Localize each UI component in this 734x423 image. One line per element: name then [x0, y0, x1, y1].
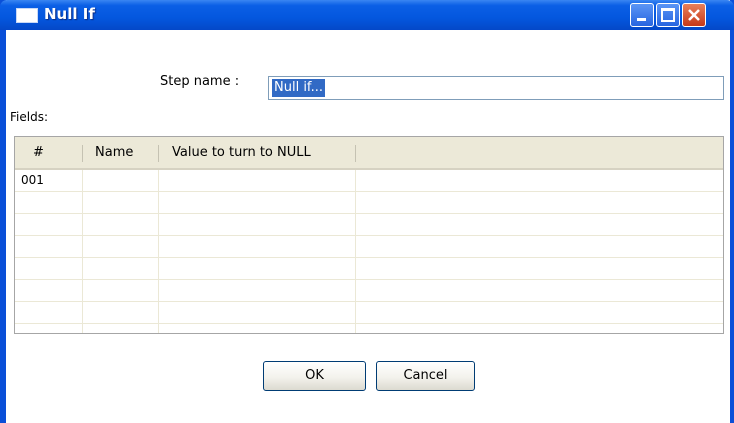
step-name-value: Null if...	[272, 79, 325, 97]
column-header-value[interactable]: Value to turn to NULL	[172, 137, 311, 168]
window-title: Null If	[44, 5, 95, 23]
column-divider[interactable]	[158, 145, 159, 162]
fields-label: Fields:	[10, 110, 48, 124]
ok-button[interactable]: OK	[263, 361, 366, 391]
fields-table[interactable]: # Name Value to turn to NULL 001	[14, 136, 724, 334]
table-row[interactable]	[15, 324, 723, 333]
maximize-icon	[661, 8, 675, 22]
close-button[interactable]	[682, 3, 706, 27]
table-row[interactable]	[15, 302, 723, 324]
table-row[interactable]	[15, 280, 723, 302]
maximize-button[interactable]	[656, 3, 680, 27]
column-divider[interactable]	[355, 145, 356, 162]
table-row[interactable]	[15, 214, 723, 236]
column-divider[interactable]	[82, 145, 83, 162]
table-row[interactable]	[15, 236, 723, 258]
title-bar[interactable]: Null If	[0, 0, 734, 30]
table-body: 001	[15, 170, 723, 333]
close-icon	[688, 9, 700, 21]
step-name-label: Step name :	[160, 74, 240, 89]
table-row[interactable]	[15, 258, 723, 280]
step-name-input[interactable]: Null if...	[268, 76, 724, 100]
minimize-button[interactable]	[630, 3, 654, 27]
table-header: # Name Value to turn to NULL	[15, 137, 723, 170]
cancel-button[interactable]: Cancel	[376, 361, 475, 391]
table-row[interactable]	[15, 192, 723, 214]
column-header-name[interactable]: Name	[95, 137, 133, 168]
column-header-number[interactable]: #	[33, 137, 44, 168]
row-number: 001	[21, 173, 44, 187]
window-icon	[16, 8, 38, 23]
table-row[interactable]: 001	[15, 170, 723, 192]
minimize-icon	[637, 18, 646, 21]
